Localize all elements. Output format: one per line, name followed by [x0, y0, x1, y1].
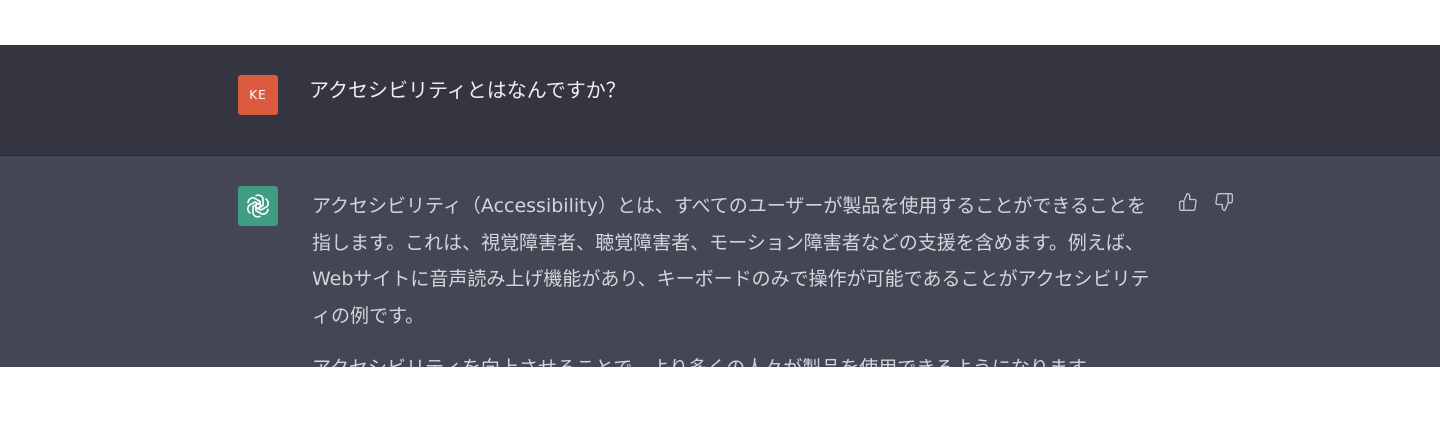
thumbs-down-icon: [1215, 193, 1233, 211]
thumbs-up-button[interactable]: [1176, 190, 1200, 214]
user-message-row: KE アクセシビリティとはなんですか？: [0, 45, 1440, 156]
user-avatar: KE: [238, 75, 278, 115]
assistant-message-text: アクセシビリティ（Accessibility）とは、すべてのユーザーが製品を使用…: [312, 188, 1162, 367]
feedback-buttons: [1176, 190, 1236, 214]
assistant-avatar: [238, 186, 278, 226]
user-avatar-initials: KE: [249, 88, 267, 102]
user-message-text: アクセシビリティとはなんですか？: [309, 78, 626, 102]
thumbs-up-icon: [1179, 193, 1197, 211]
chat-thread: KE アクセシビリティとはなんですか？ アクセシビリティ（Accessibili…: [0, 45, 1440, 367]
assistant-paragraph: アクセシビリティを向上させることで、より多くの人々が製品を使用できるようになりま…: [312, 350, 1162, 367]
assistant-message-row: アクセシビリティ（Accessibility）とは、すべてのユーザーが製品を使用…: [0, 156, 1440, 367]
openai-logo-icon: [247, 194, 269, 218]
assistant-paragraph: アクセシビリティ（Accessibility）とは、すべてのユーザーが製品を使用…: [312, 195, 1150, 327]
thumbs-down-button[interactable]: [1212, 190, 1236, 214]
